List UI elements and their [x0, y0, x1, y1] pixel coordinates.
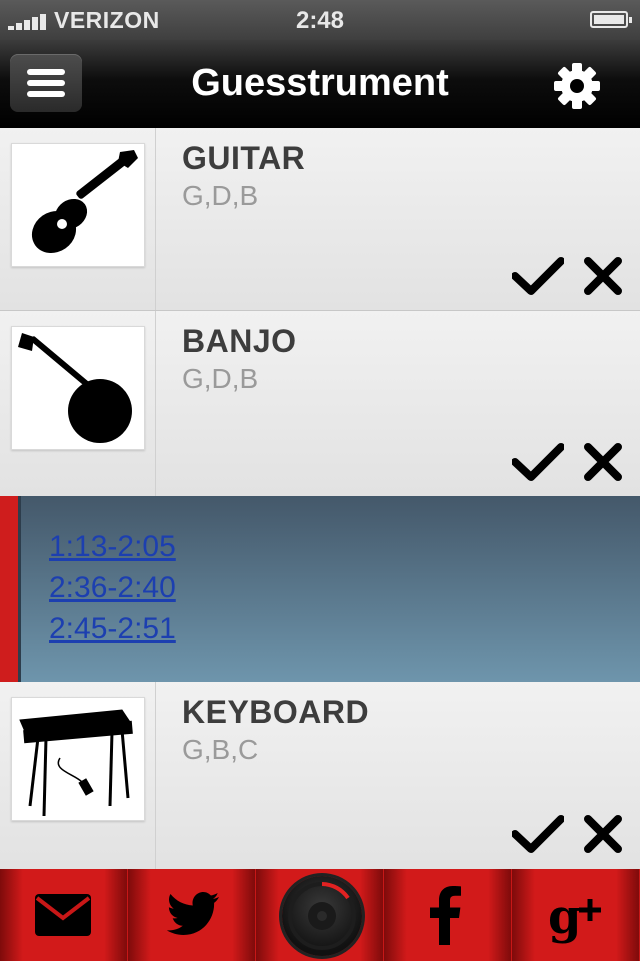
battery-icon [590, 11, 632, 28]
mail-icon [35, 894, 91, 936]
status-bar: VERIZON 2:48 [0, 0, 640, 40]
svg-text:g: g [548, 889, 582, 945]
instrument-chords: G,B,C [182, 734, 259, 765]
keyboard-image [11, 697, 145, 821]
instrument-name: BANJO [182, 323, 297, 359]
timestamps-panel: 1:13-2:05 2:36-2:40 2:45-2:51 [0, 496, 640, 682]
google-plus-icon: g [548, 889, 601, 945]
instrument-row-banjo[interactable]: BANJO G,D,B [0, 311, 640, 497]
banjo-image [11, 326, 145, 450]
check-icon[interactable] [512, 256, 564, 296]
share-facebook-button[interactable] [384, 869, 511, 961]
navigation-bar: Guesstrument [0, 40, 640, 128]
instrument-chords: G,D,B [182, 363, 259, 394]
facebook-icon [430, 886, 461, 945]
twitter-icon [166, 892, 219, 935]
timestamp-link[interactable]: 2:45-2:51 [49, 608, 176, 649]
gear-icon[interactable] [553, 62, 601, 110]
share-email-button[interactable] [0, 869, 127, 961]
instrument-chords: G,D,B [182, 180, 259, 211]
close-icon[interactable] [583, 256, 623, 296]
instrument-name: GUITAR [182, 140, 306, 176]
instrument-row-guitar[interactable]: GUITAR G,D,B [0, 128, 640, 311]
share-twitter-button[interactable] [128, 869, 255, 961]
guitar-image [11, 143, 145, 267]
instrument-name: KEYBOARD [182, 694, 370, 730]
instrument-row-keyboard[interactable]: KEYBOARD G,B,C [0, 682, 640, 869]
record-icon [288, 882, 356, 950]
check-icon[interactable] [512, 814, 564, 854]
timestamp-link[interactable]: 1:13-2:05 [49, 526, 176, 567]
check-icon[interactable] [512, 442, 564, 482]
record-button[interactable] [282, 876, 362, 956]
panel-accent-bar [0, 496, 21, 682]
clock: 2:48 [295, 7, 345, 34]
share-google-plus-button[interactable]: g [512, 869, 639, 961]
close-icon[interactable] [583, 814, 623, 854]
close-icon[interactable] [583, 442, 623, 482]
timestamp-link[interactable]: 2:36-2:40 [49, 567, 176, 608]
page-title: Guesstrument [191, 62, 449, 104]
